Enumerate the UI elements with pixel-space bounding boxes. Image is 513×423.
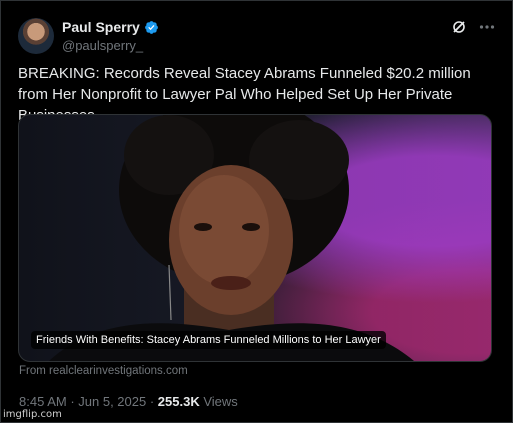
views-label: Views xyxy=(199,394,238,409)
grok-icon[interactable] xyxy=(451,19,467,35)
tweet-time[interactable]: 8:45 AM xyxy=(19,394,67,409)
views-count: 255.3K xyxy=(157,394,200,409)
portrait-illustration xyxy=(49,115,414,361)
verified-badge-icon xyxy=(144,20,158,34)
link-card-caption: Friends With Benefits: Stacey Abrams Fun… xyxy=(31,331,386,349)
watermark: imgflip.com xyxy=(3,409,62,420)
tweet-meta: 8:45 AM · Jun 5, 2025 · 255.3K Views xyxy=(19,394,238,409)
meta-separator: · xyxy=(146,394,158,409)
author-handle[interactable]: @paulsperry_ xyxy=(62,38,143,53)
meta-separator: · xyxy=(66,394,79,409)
tweet-date[interactable]: Jun 5, 2025 xyxy=(78,394,146,409)
link-source[interactable]: From realclearinvestigations.com xyxy=(19,365,188,377)
link-card-image[interactable]: Friends With Benefits: Stacey Abrams Fun… xyxy=(18,114,492,362)
author-name[interactable]: Paul Sperry xyxy=(62,19,140,35)
avatar[interactable] xyxy=(18,18,54,54)
more-icon[interactable] xyxy=(478,18,496,36)
author-name-row: Paul Sperry xyxy=(62,19,159,35)
